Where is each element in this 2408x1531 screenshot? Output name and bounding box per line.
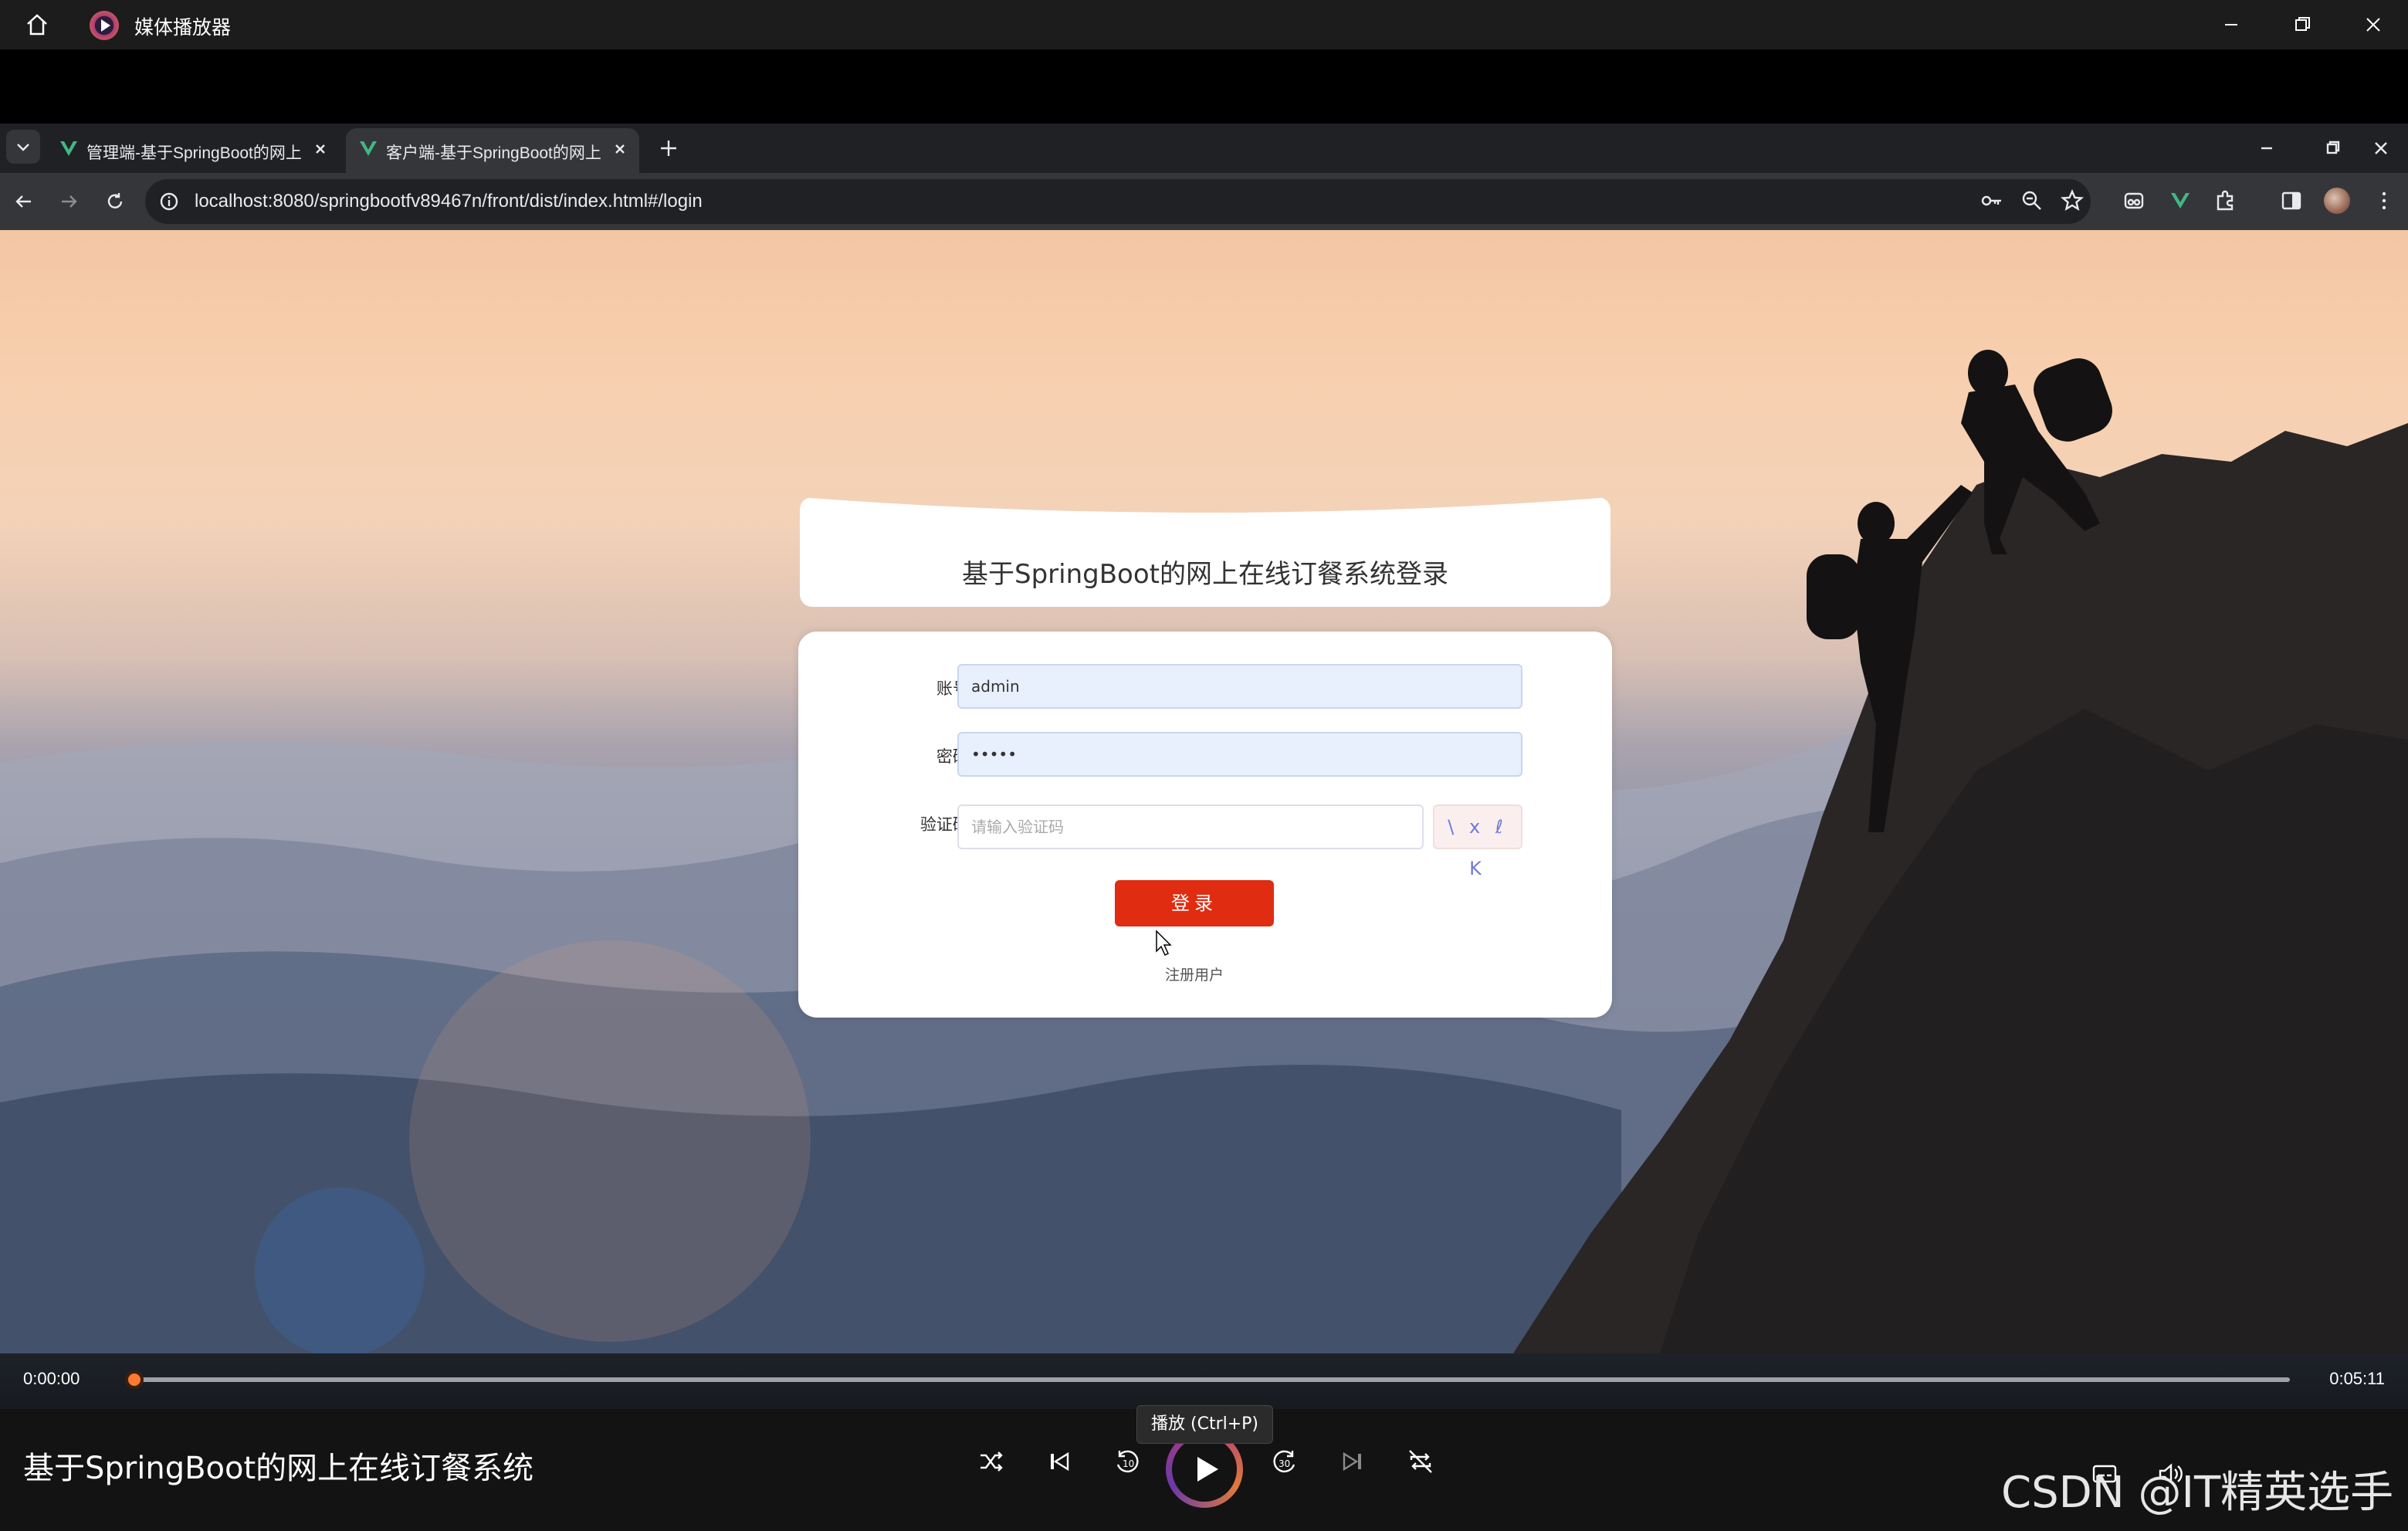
restore-icon[interactable] [2285, 8, 2319, 42]
tab-label: 客户端-基于SpringBoot的网上 [386, 144, 601, 162]
profile-avatar[interactable] [2324, 188, 2350, 214]
forward-30-icon[interactable]: 30 [1268, 1445, 1302, 1478]
minimize-icon[interactable] [2214, 8, 2248, 42]
seek-bar-row: 0:00:00 0:05:11 [0, 1353, 2408, 1409]
svg-text:10: 10 [1123, 1458, 1134, 1469]
menu-kebab-icon[interactable] [2370, 187, 2398, 215]
chevron-down-icon [17, 144, 29, 151]
side-panel-icon[interactable] [2278, 187, 2305, 215]
register-link[interactable]: 注册用户 [1115, 964, 1274, 984]
login-form: 账号: admin 密码: ••••• 验证码: 请输入验证码 \ x ℓ K … [798, 632, 1612, 1018]
vue-icon [60, 141, 77, 156]
current-time: 0:00:00 [23, 1369, 80, 1388]
browser-restore-icon[interactable] [2318, 133, 2349, 164]
login-title-card: 基于SpringBoot的网上在线订餐系统登录 [800, 497, 1610, 607]
tab-label: 管理端-基于SpringBoot的网上 [86, 144, 302, 162]
svg-text:30: 30 [1279, 1458, 1290, 1469]
repeat-off-icon[interactable] [1404, 1445, 1438, 1478]
play-icon [1197, 1457, 1218, 1482]
browser-tabstrip: 管理端-基于SpringBoot的网上 客户端-基于SpringBoot的网上 [0, 124, 2408, 173]
shuffle-icon[interactable] [974, 1445, 1008, 1478]
extensions-puzzle-icon[interactable] [2211, 187, 2239, 215]
tab-admin[interactable]: 管理端-基于SpringBoot的网上 [46, 128, 340, 173]
account-input[interactable]: admin [957, 664, 1522, 709]
seek-track[interactable] [131, 1377, 2290, 1382]
browser-minimize-icon[interactable] [2251, 133, 2282, 164]
browser-toolbar: localhost:8080/springbootfv89467n/front/… [0, 173, 2408, 230]
captcha-image[interactable]: \ x ℓ K [1433, 804, 1522, 879]
letterbox-band [0, 49, 2408, 124]
vue-icon [360, 141, 377, 156]
browser-close-icon[interactable] [2366, 133, 2396, 164]
zoom-icon[interactable] [2018, 187, 2046, 215]
video-title: 基于SpringBoot的网上在线订餐系统 [23, 1451, 534, 1486]
tab-close-icon[interactable] [610, 139, 630, 159]
total-time: 0:05:11 [2329, 1369, 2385, 1388]
tab-client[interactable]: 客户端-基于SpringBoot的网上 [346, 128, 639, 173]
address-bar[interactable]: localhost:8080/springbootfv89467n/front/… [145, 179, 2091, 224]
media-player-titlebar: 媒体播放器 [0, 0, 2408, 49]
close-icon[interactable] [2356, 8, 2390, 42]
login-button[interactable]: 登录 [1115, 880, 1274, 926]
rewind-10-icon[interactable]: 10 [1110, 1445, 1144, 1478]
mouse-cursor-icon [1156, 930, 1172, 957]
back-icon[interactable] [11, 188, 37, 215]
reload-icon[interactable] [102, 188, 128, 215]
forward-icon[interactable] [56, 188, 82, 215]
login-page: 基于SpringBoot的网上在线订餐系统登录 账号: admin 密码: ••… [0, 230, 2408, 1353]
home-icon[interactable] [23, 11, 51, 39]
next-icon[interactable] [1336, 1445, 1370, 1478]
tab-close-icon[interactable] [310, 139, 330, 159]
previous-icon[interactable] [1042, 1445, 1076, 1478]
tab-search-button[interactable] [6, 130, 40, 164]
play-tooltip: 播放 (Ctrl+P) [1136, 1405, 1274, 1444]
csdn-watermark: CSDN @IT精英选手 [2001, 1468, 2394, 1518]
seek-thumb[interactable] [125, 1370, 144, 1389]
app-title: 媒体播放器 [134, 17, 232, 39]
mouse-cursor-icon [1155, 1158, 1175, 1187]
site-info-icon[interactable] [157, 190, 181, 213]
bookmark-star-icon[interactable] [2058, 187, 2086, 215]
password-input[interactable]: ••••• [957, 732, 1522, 777]
login-title: 基于SpringBoot的网上在线订餐系统登录 [962, 559, 1448, 590]
vue-devtools-icon[interactable] [2166, 187, 2194, 215]
url-text: localhost:8080/springbootfv89467n/front/… [195, 191, 703, 212]
new-tab-icon[interactable] [653, 133, 684, 164]
captcha-input[interactable]: 请输入验证码 [957, 804, 1424, 849]
password-key-icon[interactable] [1978, 187, 2006, 215]
extension-incognito-icon[interactable] [2120, 187, 2148, 215]
media-player-logo-icon [90, 11, 119, 40]
